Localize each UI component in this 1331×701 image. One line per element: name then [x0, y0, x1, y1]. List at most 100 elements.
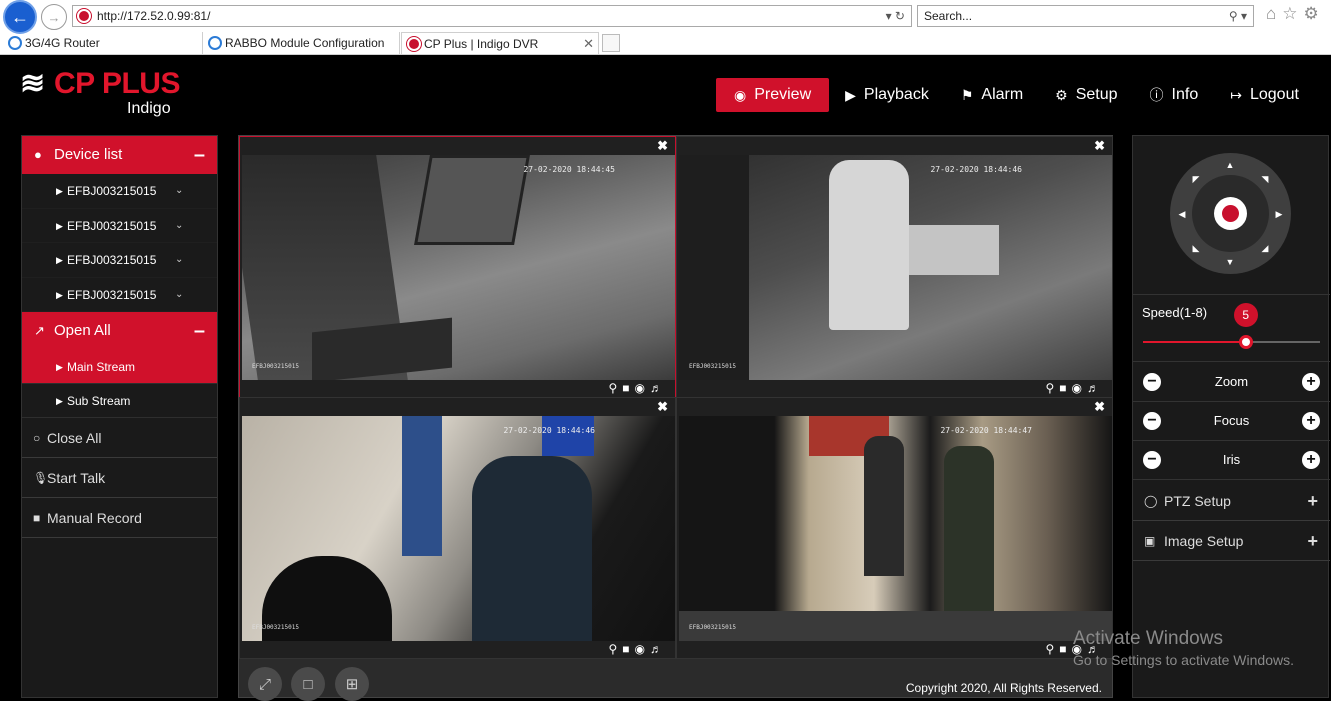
video-cell-1[interactable]: ✖ 27-02-2020 18:44:45 EFBJ003215015 ⚲■◉♬	[239, 136, 676, 398]
device-name: EFBJ003215015	[67, 287, 157, 302]
arrow-up-left-icon[interactable]: ◤	[1190, 173, 1202, 185]
nav-label: Playback	[863, 86, 929, 103]
arrow-down-right-icon[interactable]: ◢	[1259, 242, 1271, 254]
gear-icon[interactable]: ⚙	[1304, 4, 1325, 23]
camera-name: EFBJ003215015	[689, 363, 736, 370]
address-bar[interactable]: http://172.52.0.99:81/ ▾ ↻	[72, 5, 912, 27]
single-view-button[interactable]: □	[291, 667, 325, 701]
arrow-up-right-icon[interactable]: ◥	[1259, 173, 1271, 185]
close-tab-icon[interactable]: ✕	[583, 33, 594, 55]
video-cell-3[interactable]: ✖ 27-02-2020 18:44:46 EFBJ003215015 ⚲■◉♬	[239, 397, 676, 659]
expand-plus-icon[interactable]: +	[1307, 481, 1318, 521]
record-icon[interactable]: ■	[622, 642, 634, 656]
logo: ≋ CP PLUS Indigo	[20, 68, 180, 118]
focus-plus-button[interactable]: +	[1302, 412, 1320, 430]
focus-label: Focus	[1213, 413, 1250, 428]
camera-feed[interactable]: 27-02-2020 18:44:47 EFBJ003215015	[679, 416, 1112, 641]
camera-feed[interactable]: 27-02-2020 18:44:46 EFBJ003215015	[679, 155, 1112, 380]
fullscreen-button[interactable]: ⤢	[248, 667, 282, 701]
close-icon[interactable]: ✖	[1094, 399, 1105, 415]
zoom-icon[interactable]: ⚲	[1045, 642, 1059, 656]
zoom-icon[interactable]: ⚲	[608, 381, 622, 395]
collapse-icon[interactable]: –	[194, 312, 205, 350]
main-stream-item[interactable]: ▶ Main Stream	[22, 350, 217, 384]
device-item[interactable]: ▶ EFBJ003215015 ⌄	[22, 278, 217, 312]
nav-preview[interactable]: ◉ Preview	[716, 78, 830, 112]
nav-setup[interactable]: ⚙ Setup	[1039, 78, 1133, 112]
chevron-down-icon[interactable]: ⌄	[175, 209, 183, 243]
zoom-icon[interactable]: ⚲	[608, 642, 622, 656]
nav-alarm[interactable]: ⚑ Alarm	[945, 78, 1039, 112]
arrow-right-icon[interactable]: ▶	[1273, 208, 1285, 220]
audio-icon[interactable]: ♬	[650, 381, 667, 395]
snapshot-icon[interactable]: ◉	[635, 381, 650, 395]
refresh-icon[interactable]: ▾ ↻	[886, 6, 905, 26]
device-list-header[interactable]: ● Device list –	[22, 136, 217, 174]
ptz-direction-wheel[interactable]: ▲ ▼ ◀ ▶ ◤ ◥ ◣ ◢	[1170, 153, 1291, 274]
record-icon[interactable]: ■	[1059, 381, 1071, 395]
record-icon[interactable]: ■	[622, 381, 634, 395]
speed-slider-thumb[interactable]	[1238, 335, 1253, 349]
video-cell-4[interactable]: ✖ 27-02-2020 18:44:47 EFBJ003215015 ⚲■◉♬	[676, 397, 1113, 659]
record-icon[interactable]: ■	[1059, 642, 1071, 656]
speed-control: Speed(1-8) 5	[1133, 294, 1330, 362]
sub-stream-item[interactable]: ▶ Sub Stream	[22, 384, 217, 418]
speed-slider[interactable]: 5	[1143, 303, 1320, 349]
tab-cpplus[interactable]: CP Plus | Indigo DVR ✕	[401, 32, 599, 54]
arrow-left-icon[interactable]: ◀	[1176, 208, 1188, 220]
camera-feed[interactable]: 27-02-2020 18:44:45 EFBJ003215015	[242, 155, 675, 380]
iris-plus-button[interactable]: +	[1302, 451, 1320, 469]
start-talk-button[interactable]: 🎙 Start Talk	[22, 458, 217, 498]
chevron-down-icon[interactable]: ⌄	[175, 243, 183, 277]
tab-rabbo[interactable]: RABBO Module Configuration	[203, 32, 400, 54]
arrow-down-icon[interactable]: ▼	[1224, 256, 1236, 268]
search-icon[interactable]: ⚲ ▾	[1229, 6, 1247, 26]
site-favicon	[77, 9, 91, 23]
star-icon[interactable]: ☆	[1282, 4, 1303, 23]
arrow-up-icon[interactable]: ▲	[1224, 159, 1236, 171]
device-item[interactable]: ▶ EFBJ003215015 ⌄	[22, 174, 217, 209]
ptz-setup-row[interactable]: ◯ PTZ Setup +	[1133, 481, 1330, 521]
camera-feed[interactable]: 27-02-2020 18:44:46 EFBJ003215015	[242, 416, 675, 641]
audio-icon[interactable]: ♬	[650, 642, 667, 656]
chevron-down-icon[interactable]: ⌄	[175, 278, 183, 312]
search-input[interactable]: Search... ⚲ ▾	[917, 5, 1254, 27]
device-item[interactable]: ▶ EFBJ003215015 ⌄	[22, 209, 217, 243]
collapse-icon[interactable]: –	[194, 136, 205, 174]
tab-router[interactable]: 3G/4G Router	[3, 32, 203, 54]
zoom-plus-button[interactable]: +	[1302, 373, 1320, 391]
gamepad-icon: ◯	[1144, 494, 1158, 508]
new-tab-button[interactable]	[602, 34, 620, 52]
product-name: Indigo	[127, 100, 171, 117]
nav-label: Logout	[1249, 86, 1299, 103]
close-icon[interactable]: ✖	[657, 399, 668, 415]
arrow-down-left-icon[interactable]: ◣	[1190, 242, 1202, 254]
device-item[interactable]: ▶ EFBJ003215015 ⌄	[22, 243, 217, 278]
nav-playback[interactable]: ▶ Playback	[829, 78, 945, 112]
manual-record-button[interactable]: ■ Manual Record	[22, 498, 217, 538]
expand-plus-icon[interactable]: +	[1307, 521, 1318, 561]
image-setup-row[interactable]: ▣ Image Setup +	[1133, 521, 1330, 561]
snapshot-icon[interactable]: ◉	[1072, 381, 1087, 395]
ie-icon	[8, 36, 22, 50]
close-icon[interactable]: ✖	[657, 138, 668, 154]
ie-icon	[208, 36, 222, 50]
video-cell-2[interactable]: ✖ 27-02-2020 18:44:46 EFBJ003215015 ⚲■◉♬	[676, 136, 1113, 398]
snapshot-icon[interactable]: ◉	[635, 642, 650, 656]
home-icon[interactable]: ⌂	[1266, 4, 1282, 23]
nav-label: Setup	[1075, 86, 1118, 103]
forward-button[interactable]: →	[41, 4, 67, 30]
zoom-icon[interactable]: ⚲	[1045, 381, 1059, 395]
audio-icon[interactable]: ♬	[1087, 381, 1104, 395]
ptz-center-button[interactable]	[1214, 197, 1247, 230]
nav-info[interactable]: ⓘ Info	[1134, 78, 1215, 112]
back-button[interactable]: ←	[3, 0, 37, 34]
open-all-header[interactable]: ↗ Open All –	[22, 312, 217, 350]
close-all-button[interactable]: ○ Close All	[22, 418, 217, 458]
quad-view-button[interactable]: ⊞	[335, 667, 369, 701]
nav-logout[interactable]: ↦ Logout	[1214, 78, 1315, 112]
chevron-down-icon[interactable]: ⌄	[175, 174, 183, 208]
device-list-label: Device list	[54, 146, 123, 163]
zoom-label: Zoom	[1214, 374, 1249, 389]
close-icon[interactable]: ✖	[1094, 138, 1105, 154]
